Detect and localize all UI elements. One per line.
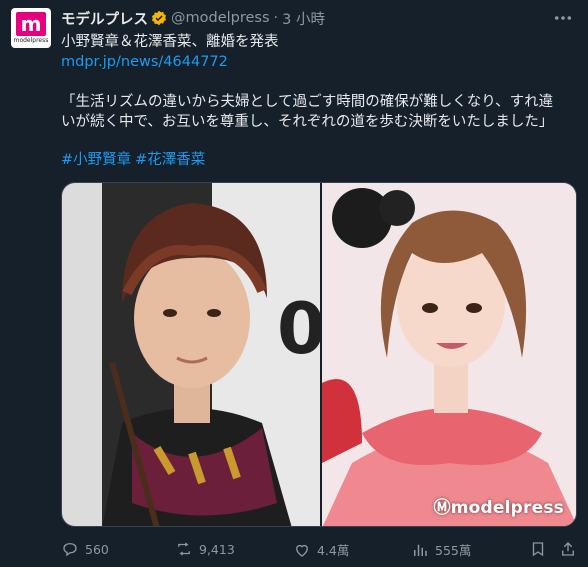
post-quote-line-2: いが続く中で、お互いを尊重し、それぞれの道を歩む決断をいたしました」 (61, 114, 554, 130)
hashtag-ono-kensho[interactable]: #小野賢章 (61, 152, 131, 168)
post-header: モデルプレス @modelpress · 3 小時 (61, 8, 325, 28)
view-count: 555萬 (435, 543, 472, 558)
svg-text:0: 0 (277, 288, 320, 370)
bookmark-button[interactable] (529, 540, 553, 558)
reply-icon (63, 543, 77, 557)
like-count: 4.4萬 (317, 543, 350, 558)
views-icon (414, 544, 427, 556)
post-timestamp[interactable]: 3 小時 (282, 8, 325, 29)
share-button[interactable] (559, 540, 583, 558)
share-icon (562, 542, 574, 556)
repost-count: 9,413 (199, 541, 235, 557)
views-button[interactable]: 555萬 (411, 540, 471, 559)
author-handle[interactable]: @modelpress (171, 10, 270, 26)
media-watermark: Ⓜmodelpress (433, 498, 564, 518)
media-attachment[interactable]: 0 Ⓜmodelpress (61, 182, 577, 527)
like-icon (296, 544, 308, 557)
avatar-logo-mark: m (16, 12, 46, 36)
verified-badge-icon[interactable] (151, 10, 167, 26)
reply-count: 560 (85, 541, 109, 557)
photo-man[interactable]: 0 (62, 183, 320, 526)
post-quote-line-1: 「生活リズムの違いから夫婦として過ごす時間の確保が難しくなり、すれ違 (61, 94, 554, 110)
more-icon[interactable] (552, 9, 574, 25)
avatar-logo-word: modelpress (13, 37, 49, 44)
repost-button[interactable]: 9,413 (175, 540, 235, 558)
hashtags: #小野賢章 #花澤香菜 (61, 150, 209, 170)
separator-dot: · (273, 10, 279, 26)
avatar[interactable]: m modelpress (11, 8, 51, 48)
like-button[interactable]: 4.4萬 (293, 540, 349, 559)
hashtag-hanazawa-kana[interactable]: #花澤香菜 (135, 152, 205, 168)
post-link[interactable]: mdpr.jp/news/4644772 (61, 52, 228, 72)
action-bar: 560 9,413 4.4萬 555萬 (61, 540, 577, 560)
author-name[interactable]: モデルプレス (61, 8, 148, 29)
photo-woman[interactable]: Ⓜmodelpress (322, 183, 576, 526)
bookmark-icon (532, 542, 544, 557)
repost-icon (178, 542, 190, 556)
post-headline: 小野賢章＆花澤香菜、離婚を発表 (61, 34, 279, 50)
reply-button[interactable]: 560 (61, 540, 109, 558)
